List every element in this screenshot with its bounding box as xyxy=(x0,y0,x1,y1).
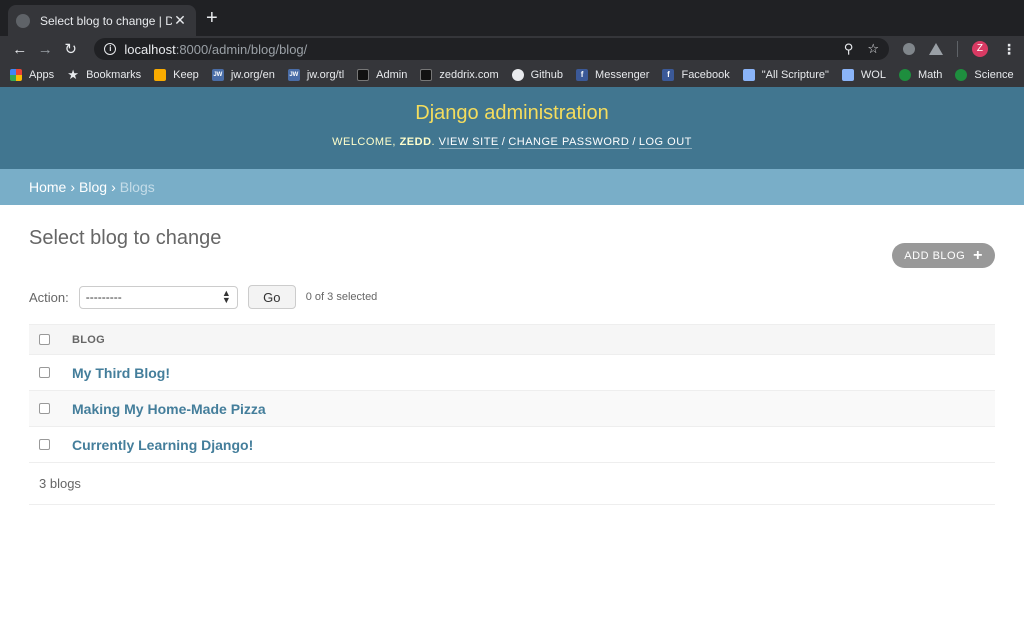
column-header-blog[interactable]: Blog xyxy=(72,334,105,346)
username: Zedd xyxy=(399,136,432,148)
profile-avatar[interactable]: Z xyxy=(971,41,988,57)
bookmark-bookmarks[interactable]: ★ Bookmarks xyxy=(67,66,141,82)
plus-icon: + xyxy=(973,246,983,264)
user-tools: Welcome, Zedd. View site / Change password… xyxy=(332,136,692,149)
breadcrumb-separator: › xyxy=(111,179,116,195)
welcome-text: Welcome, xyxy=(332,136,396,148)
blog-link[interactable]: Making My Home-Made Pizza xyxy=(72,401,266,417)
menu-dots-icon[interactable]: ⋮ xyxy=(1002,41,1016,58)
breadcrumb-separator: › xyxy=(70,179,76,195)
breadcrumb-blog[interactable]: Blog xyxy=(79,179,107,195)
jw-icon: JW xyxy=(287,68,300,81)
url-path: :8000/admin/blog/blog/ xyxy=(175,41,308,57)
toolbar-divider xyxy=(956,41,958,57)
admin-icon xyxy=(420,68,433,81)
breadcrumb-home[interactable]: Home xyxy=(29,179,66,195)
change-password-link[interactable]: Change password xyxy=(508,136,630,149)
info-icon[interactable]: i xyxy=(104,43,117,55)
address-bar[interactable]: i localhost:8000/admin/blog/blog/ ⚲ ☆ xyxy=(94,38,889,60)
browser-toolbar: ← → ↻ i localhost:8000/admin/blog/blog/ … xyxy=(0,36,1024,62)
extension-icon[interactable] xyxy=(902,43,915,55)
star-icon: ★ xyxy=(67,66,79,82)
bookmark-github[interactable]: Github xyxy=(511,68,563,81)
breadcrumb-current: Blogs xyxy=(119,179,155,195)
github-icon xyxy=(511,68,524,81)
go-button[interactable]: Go xyxy=(247,285,296,309)
bookmark-keep[interactable]: Keep xyxy=(154,68,199,81)
zoom-icon[interactable]: ⚲ xyxy=(844,41,854,57)
bookmark-wol[interactable]: WOL xyxy=(841,68,886,81)
reload-icon[interactable]: ↻ xyxy=(59,40,82,58)
facebook-icon: f xyxy=(576,68,589,81)
admin-header: Django administration Welcome, Zedd. Vie… xyxy=(0,87,1024,169)
bookmarks-bar: Apps ★ Bookmarks Keep JW jw.org/en JW jw.or… xyxy=(0,62,1024,87)
action-select[interactable]: --------- ▲ ▼ xyxy=(78,285,238,309)
bookmark-admin[interactable]: Admin xyxy=(357,68,407,81)
bookmark-zeddrix[interactable]: zeddrix.com xyxy=(420,68,499,81)
action-selected-value: --------- xyxy=(85,290,122,304)
globe-icon xyxy=(16,13,30,28)
add-blog-button[interactable]: Add blog + xyxy=(892,243,995,268)
bookmark-jw-tl[interactable]: JW jw.org/tl xyxy=(287,68,344,81)
close-tab-icon[interactable]: ✕ xyxy=(172,12,188,29)
bookmark-messenger[interactable]: f Messenger xyxy=(576,68,649,81)
action-label: Action: xyxy=(29,289,69,305)
apps-icon xyxy=(10,68,22,81)
selected-count: 0 of 3 selected xyxy=(305,291,378,303)
results-table: Blog My Third Blog! Making My Home-Made … xyxy=(29,324,995,505)
select-all-checkbox[interactable] xyxy=(39,334,50,345)
bookmark-jw-en[interactable]: JW jw.org/en xyxy=(211,68,275,81)
tools-separator: / xyxy=(501,136,506,148)
khan-icon xyxy=(955,68,968,81)
row-checkbox[interactable] xyxy=(39,403,50,414)
page-title: Select blog to change xyxy=(29,227,222,249)
site-brand[interactable]: Django administration xyxy=(0,102,1024,125)
wol-icon xyxy=(841,68,854,81)
wol-icon xyxy=(742,68,755,81)
add-blog-label: Add blog xyxy=(904,249,966,262)
blog-link[interactable]: Currently Learning Django! xyxy=(72,437,253,453)
drive-icon[interactable] xyxy=(928,43,943,55)
paginator: 3 blogs xyxy=(29,463,995,505)
select-arrows-icon: ▲ ▼ xyxy=(221,288,231,305)
facebook-icon: f xyxy=(662,68,675,81)
table-row: My Third Blog! xyxy=(29,355,995,391)
bookmark-apps[interactable]: Apps xyxy=(10,68,54,81)
table-row: Currently Learning Django! xyxy=(29,427,995,463)
bookmark-star-icon[interactable]: ☆ xyxy=(867,41,879,57)
forward-arrow-icon[interactable]: → xyxy=(33,41,56,58)
jw-icon: JW xyxy=(211,68,224,81)
table-header: Blog xyxy=(29,324,995,355)
blog-link[interactable]: My Third Blog! xyxy=(72,365,170,381)
actions-bar: Action: --------- ▲ ▼ Go 0 of 3 selected xyxy=(29,285,995,309)
browser-tab[interactable]: Select blog to change | Django s ✕ xyxy=(8,5,196,36)
row-checkbox[interactable] xyxy=(39,439,50,450)
bookmark-facebook[interactable]: f Facebook xyxy=(662,68,730,81)
back-arrow-icon[interactable]: ← xyxy=(8,41,31,58)
keep-icon xyxy=(154,68,167,81)
admin-icon xyxy=(357,68,370,81)
khan-icon xyxy=(898,68,911,81)
new-tab-button[interactable]: + xyxy=(206,8,218,28)
table-row: Making My Home-Made Pizza xyxy=(29,391,995,427)
url-host: localhost xyxy=(124,41,176,57)
main-content: Select blog to change Add blog + Action:… xyxy=(0,227,1024,505)
bookmark-math[interactable]: Math xyxy=(898,68,942,81)
bookmark-all-scripture[interactable]: "All Scripture" xyxy=(742,68,829,81)
bookmark-science[interactable]: Science xyxy=(955,68,1014,81)
tab-title: Select blog to change | Django s xyxy=(40,13,172,28)
breadcrumb: Home › Blog › Blogs xyxy=(0,169,1024,205)
tools-separator: / xyxy=(632,136,636,148)
view-site-link[interactable]: View site xyxy=(438,136,499,149)
log-out-link[interactable]: Log out xyxy=(638,136,692,149)
browser-tabstrip: Select blog to change | Django s ✕ + xyxy=(0,0,1024,36)
row-checkbox[interactable] xyxy=(39,367,50,378)
